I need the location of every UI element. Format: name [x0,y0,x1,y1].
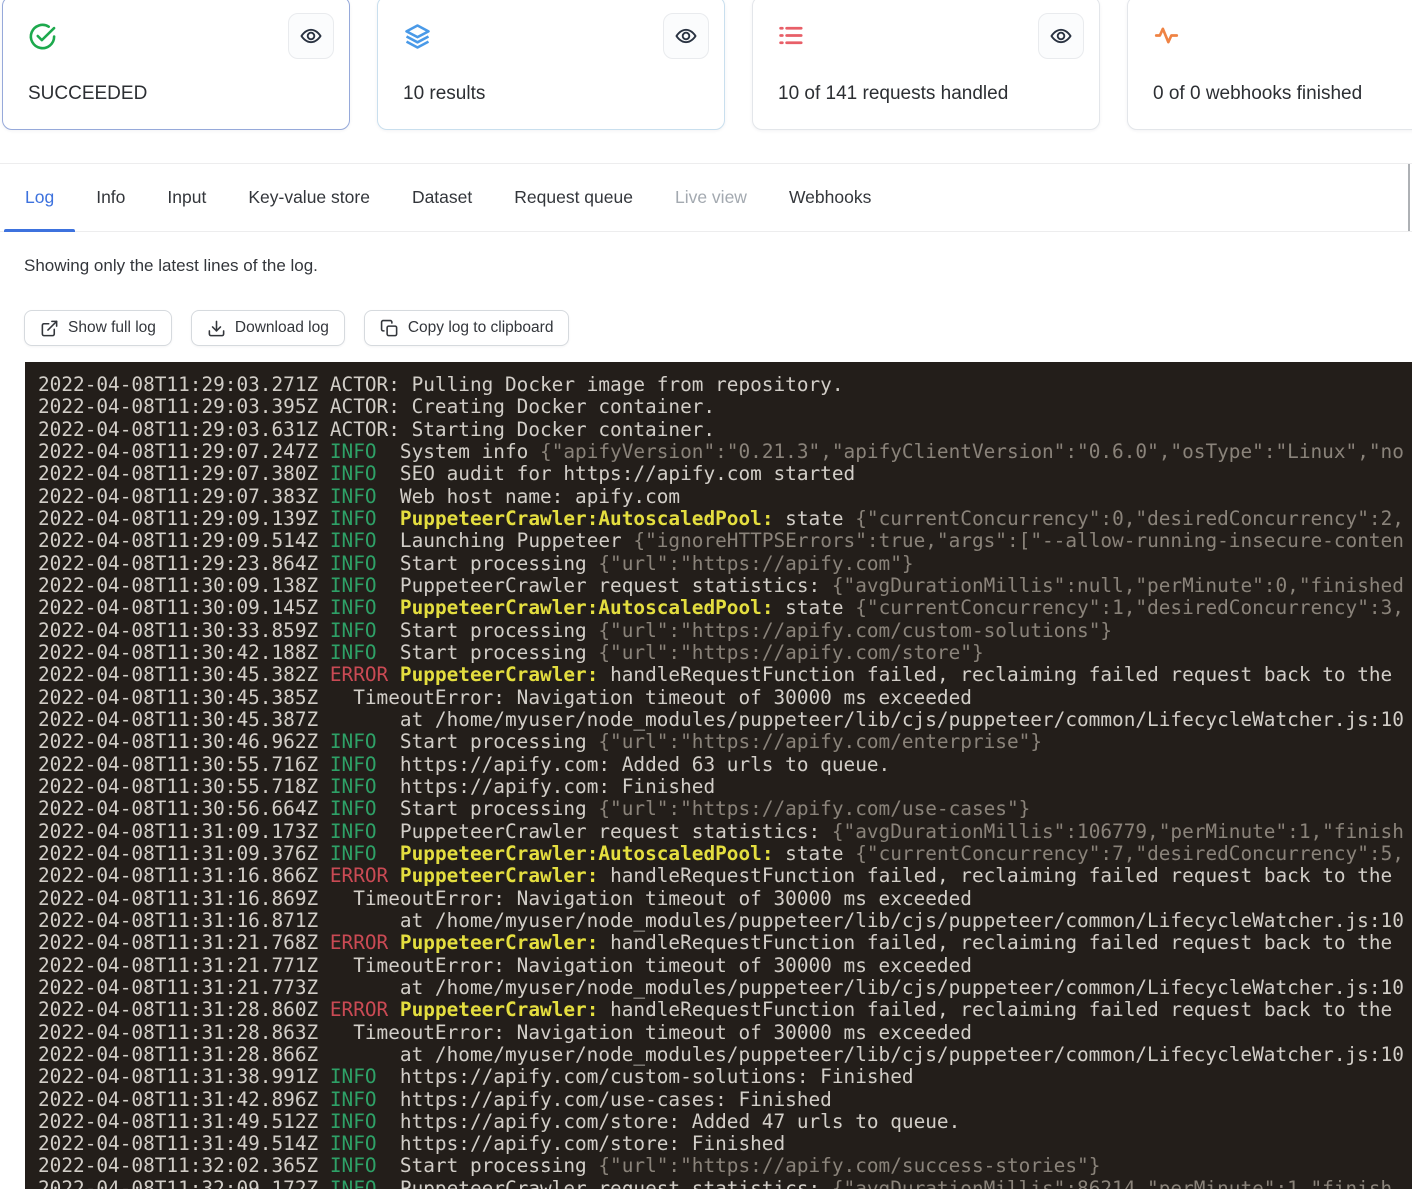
log-line: 2022-04-08T11:31:49.512Z INFO https://ap… [38,1111,1412,1133]
copy-icon [380,319,399,338]
layers-icon [402,21,433,52]
run-status-label: SUCCEEDED [28,83,147,105]
log-line: 2022-04-08T11:32:09.172Z INFO PuppeteerC… [38,1178,1412,1189]
log-line: 2022-04-08T11:30:42.188Z INFO Start proc… [38,642,1412,664]
list-icon [777,21,806,50]
log-line: 2022-04-08T11:30:09.138Z INFO PuppeteerC… [38,575,1412,597]
show-full-log-button[interactable]: Show full log [24,310,172,346]
log-line: 2022-04-08T11:31:38.991Z INFO https://ap… [38,1066,1412,1088]
view-results-eye-button[interactable] [663,13,709,59]
log-line: 2022-04-08T11:30:45.382Z ERROR Puppeteer… [38,664,1412,686]
tab-webhooks[interactable]: Webhooks [768,164,892,231]
webhooks-card: 0 of 0 webhooks finished [1127,0,1412,130]
log-notice: Showing only the latest lines of the log… [24,256,318,276]
external-link-icon [40,319,59,338]
log-line: 2022-04-08T11:31:21.771Z TimeoutError: N… [38,955,1412,977]
log-line: 2022-04-08T11:29:23.864Z INFO Start proc… [38,553,1412,575]
show-full-log-label: Show full log [68,319,156,337]
log-line: 2022-04-08T11:31:28.863Z TimeoutError: N… [38,1022,1412,1044]
log-line: 2022-04-08T11:30:45.387Z at /home/myuser… [38,709,1412,731]
log-line: 2022-04-08T11:31:16.866Z ERROR Puppeteer… [38,865,1412,887]
copy-log-label: Copy log to clipboard [408,319,554,337]
log-line: 2022-04-08T11:29:09.514Z INFO Launching … [38,530,1412,552]
log-lines: 2022-04-08T11:29:03.271Z ACTOR: Pulling … [38,374,1412,1189]
check-circle-icon [27,21,58,52]
log-line: 2022-04-08T11:31:16.869Z TimeoutError: N… [38,888,1412,910]
log-line: 2022-04-08T11:29:03.631Z ACTOR: Starting… [38,419,1412,441]
copy-log-button[interactable]: Copy log to clipboard [364,310,570,346]
run-status-card: SUCCEEDED [2,0,350,130]
requests-card: 10 of 141 requests handled [752,0,1100,130]
view-status-eye-button[interactable] [288,13,334,59]
log-terminal[interactable]: 2022-04-08T11:29:03.271Z ACTOR: Pulling … [25,362,1412,1189]
log-line: 2022-04-08T11:31:16.871Z at /home/myuser… [38,910,1412,932]
results-card: 10 results [377,0,725,130]
tab-dataset[interactable]: Dataset [391,164,493,231]
log-line: 2022-04-08T11:30:56.664Z INFO Start proc… [38,798,1412,820]
log-line: 2022-04-08T11:31:42.896Z INFO https://ap… [38,1089,1412,1111]
log-line: 2022-04-08T11:30:46.962Z INFO Start proc… [38,731,1412,753]
download-log-label: Download log [235,319,329,337]
log-line: 2022-04-08T11:32:02.365Z INFO Start proc… [38,1155,1412,1177]
log-line: 2022-04-08T11:29:07.247Z INFO System inf… [38,441,1412,463]
log-line: 2022-04-08T11:30:55.718Z INFO https://ap… [38,776,1412,798]
log-line: 2022-04-08T11:29:03.271Z ACTOR: Pulling … [38,374,1412,396]
log-line: 2022-04-08T11:29:07.383Z INFO Web host n… [38,486,1412,508]
log-line: 2022-04-08T11:31:09.173Z INFO PuppeteerC… [38,821,1412,843]
log-line: 2022-04-08T11:29:09.139Z INFO PuppeteerC… [38,508,1412,530]
tab-key-value-store[interactable]: Key-value store [227,164,391,231]
log-line: 2022-04-08T11:30:33.859Z INFO Start proc… [38,620,1412,642]
tab-request-queue[interactable]: Request queue [493,164,654,231]
tab-live-view: Live view [654,164,768,231]
pulse-icon [1152,21,1181,50]
log-line: 2022-04-08T11:31:28.866Z at /home/myuser… [38,1044,1412,1066]
log-line: 2022-04-08T11:31:28.860Z ERROR Puppeteer… [38,999,1412,1021]
log-actions: Show full log Download log Copy log to c… [24,310,569,346]
run-detail-tabbar: Log Info Input Key-value store Dataset R… [0,163,1412,232]
tab-input[interactable]: Input [146,164,227,231]
download-icon [207,319,226,338]
tab-log[interactable]: Log [4,164,75,231]
webhooks-finished-label: 0 of 0 webhooks finished [1153,83,1362,105]
requests-handled-label: 10 of 141 requests handled [778,83,1008,105]
log-line: 2022-04-08T11:31:49.514Z INFO https://ap… [38,1133,1412,1155]
tab-info[interactable]: Info [75,164,146,231]
log-line: 2022-04-08T11:31:21.768Z ERROR Puppeteer… [38,932,1412,954]
status-cards-row: SUCCEEDED 10 results 10 of 141 requests … [2,0,1412,130]
log-line: 2022-04-08T11:30:45.385Z TimeoutError: N… [38,687,1412,709]
results-count-label: 10 results [403,83,485,105]
download-log-button[interactable]: Download log [191,310,345,346]
tabbar-right-edge [1408,164,1410,231]
view-requests-eye-button[interactable] [1038,13,1084,59]
log-line: 2022-04-08T11:31:21.773Z at /home/myuser… [38,977,1412,999]
log-line: 2022-04-08T11:30:55.716Z INFO https://ap… [38,754,1412,776]
log-line: 2022-04-08T11:30:09.145Z INFO PuppeteerC… [38,597,1412,619]
log-line: 2022-04-08T11:29:03.395Z ACTOR: Creating… [38,396,1412,418]
log-line: 2022-04-08T11:29:07.380Z INFO SEO audit … [38,463,1412,485]
log-line: 2022-04-08T11:31:09.376Z INFO PuppeteerC… [38,843,1412,865]
